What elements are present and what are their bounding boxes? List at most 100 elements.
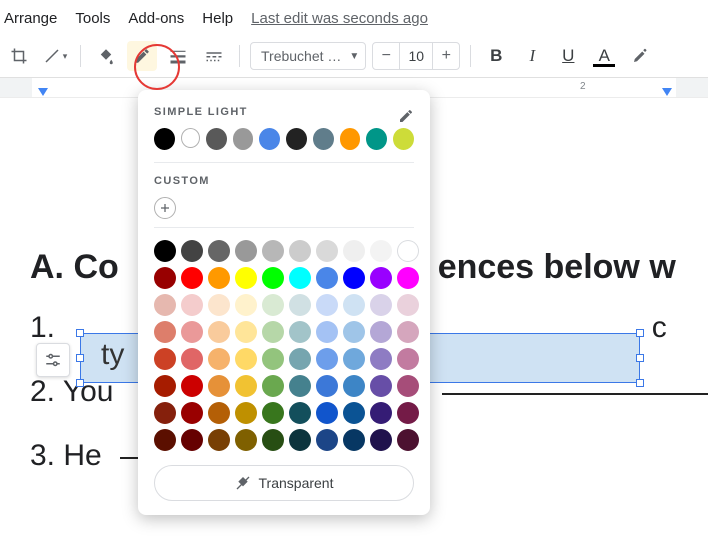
transparent-button[interactable]: Transparent bbox=[154, 465, 414, 501]
color-swatch[interactable] bbox=[370, 348, 392, 370]
color-swatch[interactable] bbox=[208, 402, 230, 424]
resize-handle[interactable] bbox=[636, 329, 644, 337]
menu-tools[interactable]: Tools bbox=[75, 10, 110, 27]
menu-arrange[interactable]: Arrange bbox=[4, 10, 57, 27]
theme-swatch[interactable] bbox=[366, 128, 387, 150]
color-swatch[interactable] bbox=[208, 348, 230, 370]
color-swatch[interactable] bbox=[316, 267, 338, 289]
color-swatch[interactable] bbox=[262, 348, 284, 370]
resize-handle[interactable] bbox=[76, 379, 84, 387]
color-swatch[interactable] bbox=[289, 402, 311, 424]
resize-handle[interactable] bbox=[636, 379, 644, 387]
color-swatch[interactable] bbox=[316, 429, 338, 451]
theme-swatch[interactable] bbox=[233, 128, 254, 150]
color-swatch[interactable] bbox=[181, 267, 203, 289]
color-swatch[interactable] bbox=[181, 402, 203, 424]
color-swatch[interactable] bbox=[208, 321, 230, 343]
resize-handle[interactable] bbox=[76, 354, 84, 362]
color-swatch[interactable] bbox=[370, 267, 392, 289]
menu-help[interactable]: Help bbox=[202, 10, 233, 27]
font-size-increase[interactable]: + bbox=[433, 47, 459, 65]
theme-swatch[interactable] bbox=[340, 128, 361, 150]
highlight-color-button[interactable] bbox=[625, 41, 655, 71]
color-swatch[interactable] bbox=[262, 429, 284, 451]
color-swatch[interactable] bbox=[370, 402, 392, 424]
indent-marker-right[interactable] bbox=[662, 88, 672, 96]
color-swatch[interactable] bbox=[343, 294, 365, 316]
color-swatch[interactable] bbox=[370, 294, 392, 316]
color-swatch[interactable] bbox=[397, 321, 419, 343]
color-swatch[interactable] bbox=[343, 267, 365, 289]
theme-swatch[interactable] bbox=[393, 128, 414, 150]
font-family-picker[interactable]: Trebuchet … ▼ bbox=[250, 42, 366, 70]
color-swatch[interactable] bbox=[316, 348, 338, 370]
border-dash-button[interactable] bbox=[199, 41, 229, 71]
color-swatch[interactable] bbox=[181, 294, 203, 316]
fill-color-button[interactable] bbox=[91, 41, 121, 71]
border-weight-button[interactable] bbox=[163, 41, 193, 71]
color-swatch[interactable] bbox=[154, 321, 176, 343]
color-swatch[interactable] bbox=[181, 240, 203, 262]
underline-button[interactable]: U bbox=[553, 41, 583, 71]
color-swatch[interactable] bbox=[397, 375, 419, 397]
last-edit-link[interactable]: Last edit was seconds ago bbox=[251, 10, 428, 27]
color-swatch[interactable] bbox=[289, 429, 311, 451]
color-swatch[interactable] bbox=[235, 375, 257, 397]
color-swatch[interactable] bbox=[343, 240, 365, 262]
color-swatch[interactable] bbox=[262, 375, 284, 397]
color-swatch[interactable] bbox=[316, 321, 338, 343]
color-swatch[interactable] bbox=[235, 240, 257, 262]
color-swatch[interactable] bbox=[343, 321, 365, 343]
color-swatch[interactable] bbox=[397, 429, 419, 451]
color-swatch[interactable] bbox=[181, 429, 203, 451]
color-swatch[interactable] bbox=[370, 375, 392, 397]
color-swatch[interactable] bbox=[235, 429, 257, 451]
color-swatch[interactable] bbox=[208, 267, 230, 289]
color-swatch[interactable] bbox=[235, 402, 257, 424]
color-swatch[interactable] bbox=[397, 402, 419, 424]
color-swatch[interactable] bbox=[262, 321, 284, 343]
color-swatch[interactable] bbox=[289, 321, 311, 343]
theme-swatch[interactable] bbox=[154, 128, 175, 150]
color-swatch[interactable] bbox=[208, 240, 230, 262]
color-swatch[interactable] bbox=[235, 348, 257, 370]
color-swatch[interactable] bbox=[370, 240, 392, 262]
color-swatch[interactable] bbox=[316, 402, 338, 424]
color-swatch[interactable] bbox=[370, 429, 392, 451]
color-swatch[interactable] bbox=[397, 294, 419, 316]
color-swatch[interactable] bbox=[154, 375, 176, 397]
color-swatch[interactable] bbox=[370, 321, 392, 343]
bold-button[interactable]: B bbox=[481, 41, 511, 71]
color-swatch[interactable] bbox=[154, 402, 176, 424]
line-tool-button[interactable]: ▾ bbox=[40, 41, 70, 71]
menu-addons[interactable]: Add-ons bbox=[128, 10, 184, 27]
color-swatch[interactable] bbox=[289, 240, 311, 262]
color-swatch[interactable] bbox=[316, 375, 338, 397]
crop-tool-button[interactable] bbox=[4, 41, 34, 71]
color-swatch[interactable] bbox=[289, 294, 311, 316]
edit-theme-button[interactable] bbox=[398, 108, 414, 124]
color-swatch[interactable] bbox=[262, 240, 284, 262]
indent-marker-left[interactable] bbox=[38, 88, 48, 96]
font-size-decrease[interactable]: − bbox=[373, 47, 399, 65]
color-swatch[interactable] bbox=[316, 294, 338, 316]
theme-swatch[interactable] bbox=[313, 128, 334, 150]
format-options-button[interactable] bbox=[36, 343, 70, 377]
color-swatch[interactable] bbox=[181, 321, 203, 343]
font-size-value[interactable]: 10 bbox=[399, 43, 433, 69]
color-swatch[interactable] bbox=[208, 429, 230, 451]
color-swatch[interactable] bbox=[397, 348, 419, 370]
color-swatch[interactable] bbox=[154, 240, 176, 262]
theme-swatch[interactable] bbox=[259, 128, 280, 150]
theme-swatch[interactable] bbox=[181, 128, 200, 148]
color-swatch[interactable] bbox=[235, 294, 257, 316]
color-swatch[interactable] bbox=[343, 429, 365, 451]
theme-swatch[interactable] bbox=[286, 128, 307, 150]
color-swatch[interactable] bbox=[208, 375, 230, 397]
color-swatch[interactable] bbox=[316, 240, 338, 262]
color-swatch[interactable] bbox=[154, 348, 176, 370]
color-swatch[interactable] bbox=[397, 267, 419, 289]
text-color-button[interactable]: A bbox=[589, 41, 619, 71]
color-swatch[interactable] bbox=[262, 267, 284, 289]
textbox-content[interactable]: ty bbox=[101, 338, 124, 372]
